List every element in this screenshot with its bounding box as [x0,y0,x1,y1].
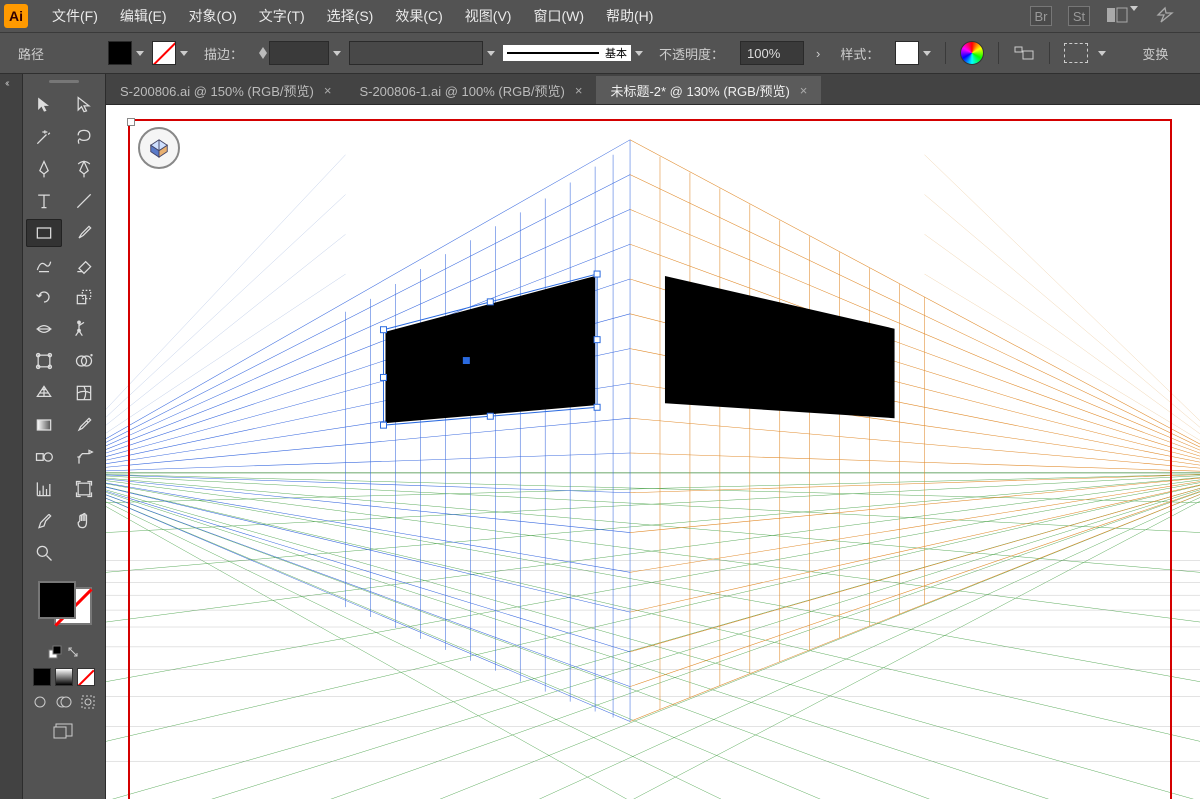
scale-tool[interactable] [66,283,102,311]
curvature-tool[interactable] [66,155,102,183]
chevron-right-icon[interactable]: › [816,46,820,61]
shaper-tool[interactable] [26,251,62,279]
rotate-tool[interactable] [26,283,62,311]
stroke-label: 描边： [196,42,251,65]
column-graph-tool[interactable] [26,475,62,503]
slice-tool[interactable] [26,507,62,535]
brush-definition[interactable]: 基本 [503,45,643,61]
gradient-tool[interactable] [26,411,62,439]
control-bar: 路径 描边： 基本 不透明度： 100% › 样式： 变换 [0,33,1200,74]
hand-tool[interactable] [66,507,102,535]
toolbox-grip[interactable] [49,80,79,83]
screen-mode-icon[interactable] [52,721,76,744]
draw-inside-icon[interactable] [80,694,96,713]
menu-help[interactable]: 帮助(H) [596,2,663,30]
free-transform-tool[interactable] [26,347,62,375]
left-black-rectangle [385,276,595,423]
color-mode-gradient[interactable] [55,668,73,686]
menu-effect[interactable]: 效果(C) [385,2,452,30]
pen-tool[interactable] [26,155,62,183]
gpu-preview-icon[interactable] [1154,6,1176,27]
blend-tool[interactable] [26,443,62,471]
close-icon[interactable]: × [324,83,332,98]
menu-view[interactable]: 视图(V) [455,2,522,30]
opacity-input[interactable]: 100% [740,41,804,65]
mesh-tool[interactable] [66,379,102,407]
draw-normal-icon[interactable] [32,694,48,713]
menu-file[interactable]: 文件(F) [42,2,108,30]
menu-object[interactable]: 对象(O) [179,2,247,30]
close-icon[interactable]: × [800,83,808,98]
left-panel-collapse[interactable]: ‹‹ [0,74,23,799]
align-icon[interactable] [1013,44,1035,62]
selection-tool[interactable] [26,91,62,119]
menu-bar: Ai 文件(F) 编辑(E) 对象(O) 文字(T) 选择(S) 效果(C) 视… [0,0,1200,33]
zoom-tool[interactable] [26,539,62,567]
transform-shape-icon[interactable] [1064,43,1088,63]
style-label: 样式： [832,42,887,65]
var-width-profile[interactable] [349,41,495,65]
perspective-grid-tool[interactable] [26,379,62,407]
type-tool[interactable] [26,187,62,215]
stroke-width-input[interactable] [259,41,341,65]
graphic-style-swatch[interactable] [895,41,931,65]
menu-select[interactable]: 选择(S) [317,2,384,30]
menu-edit[interactable]: 编辑(E) [110,2,177,30]
perspective-plane-widget[interactable] [138,127,180,169]
stock-icon[interactable]: St [1068,6,1090,26]
eraser-tool[interactable] [66,251,102,279]
fill-stroke-swatches[interactable] [34,577,94,627]
selection-mode-label: 路径 [10,42,52,65]
width-tool[interactable] [26,315,62,343]
color-mode-solid[interactable] [33,668,51,686]
swap-colors-icon[interactable] [66,645,80,662]
toolbox [23,74,106,799]
app-logo: Ai [4,4,28,28]
puppet-warp-tool[interactable] [66,315,102,343]
menu-type[interactable]: 文字(T) [249,2,315,30]
perspective-grid [106,105,1200,799]
rectangle-tool[interactable] [26,219,62,247]
tab-doc-3[interactable]: 未标题-2* @ 130% (RGB/预览)× [596,76,821,104]
menu-window[interactable]: 窗口(W) [523,2,594,30]
shape-builder-tool[interactable] [66,347,102,375]
lasso-tool[interactable] [66,123,102,151]
close-icon[interactable]: × [575,83,583,98]
eyedropper-tool[interactable] [66,411,102,439]
tab-doc-2[interactable]: S-200806-1.ai @ 100% (RGB/预览)× [345,76,596,104]
direct-selection-tool[interactable] [66,91,102,119]
draw-behind-icon[interactable] [56,694,72,713]
magic-wand-tool[interactable] [26,123,62,151]
bridge-icon[interactable]: Br [1030,6,1052,26]
recolor-icon[interactable] [960,41,984,65]
color-mode-none[interactable] [77,668,95,686]
line-tool[interactable] [66,187,102,215]
opacity-label: 不透明度： [651,42,732,65]
symbol-sprayer-tool[interactable] [66,443,102,471]
arrange-docs-icon[interactable] [1106,7,1138,26]
fill-swatch[interactable] [108,41,144,65]
stroke-swatch[interactable] [152,41,188,65]
tab-doc-1[interactable]: S-200806.ai @ 150% (RGB/预览)× [106,76,345,104]
artboard-tool[interactable] [66,475,102,503]
canvas[interactable] [106,105,1200,799]
document-tabs: S-200806.ai @ 150% (RGB/预览)× S-200806-1.… [106,74,1200,105]
paintbrush-tool[interactable] [66,219,102,247]
default-colors-icon[interactable] [48,645,62,662]
fill-color-swatch[interactable] [38,581,76,619]
transform-label[interactable]: 变换 [1134,42,1176,65]
